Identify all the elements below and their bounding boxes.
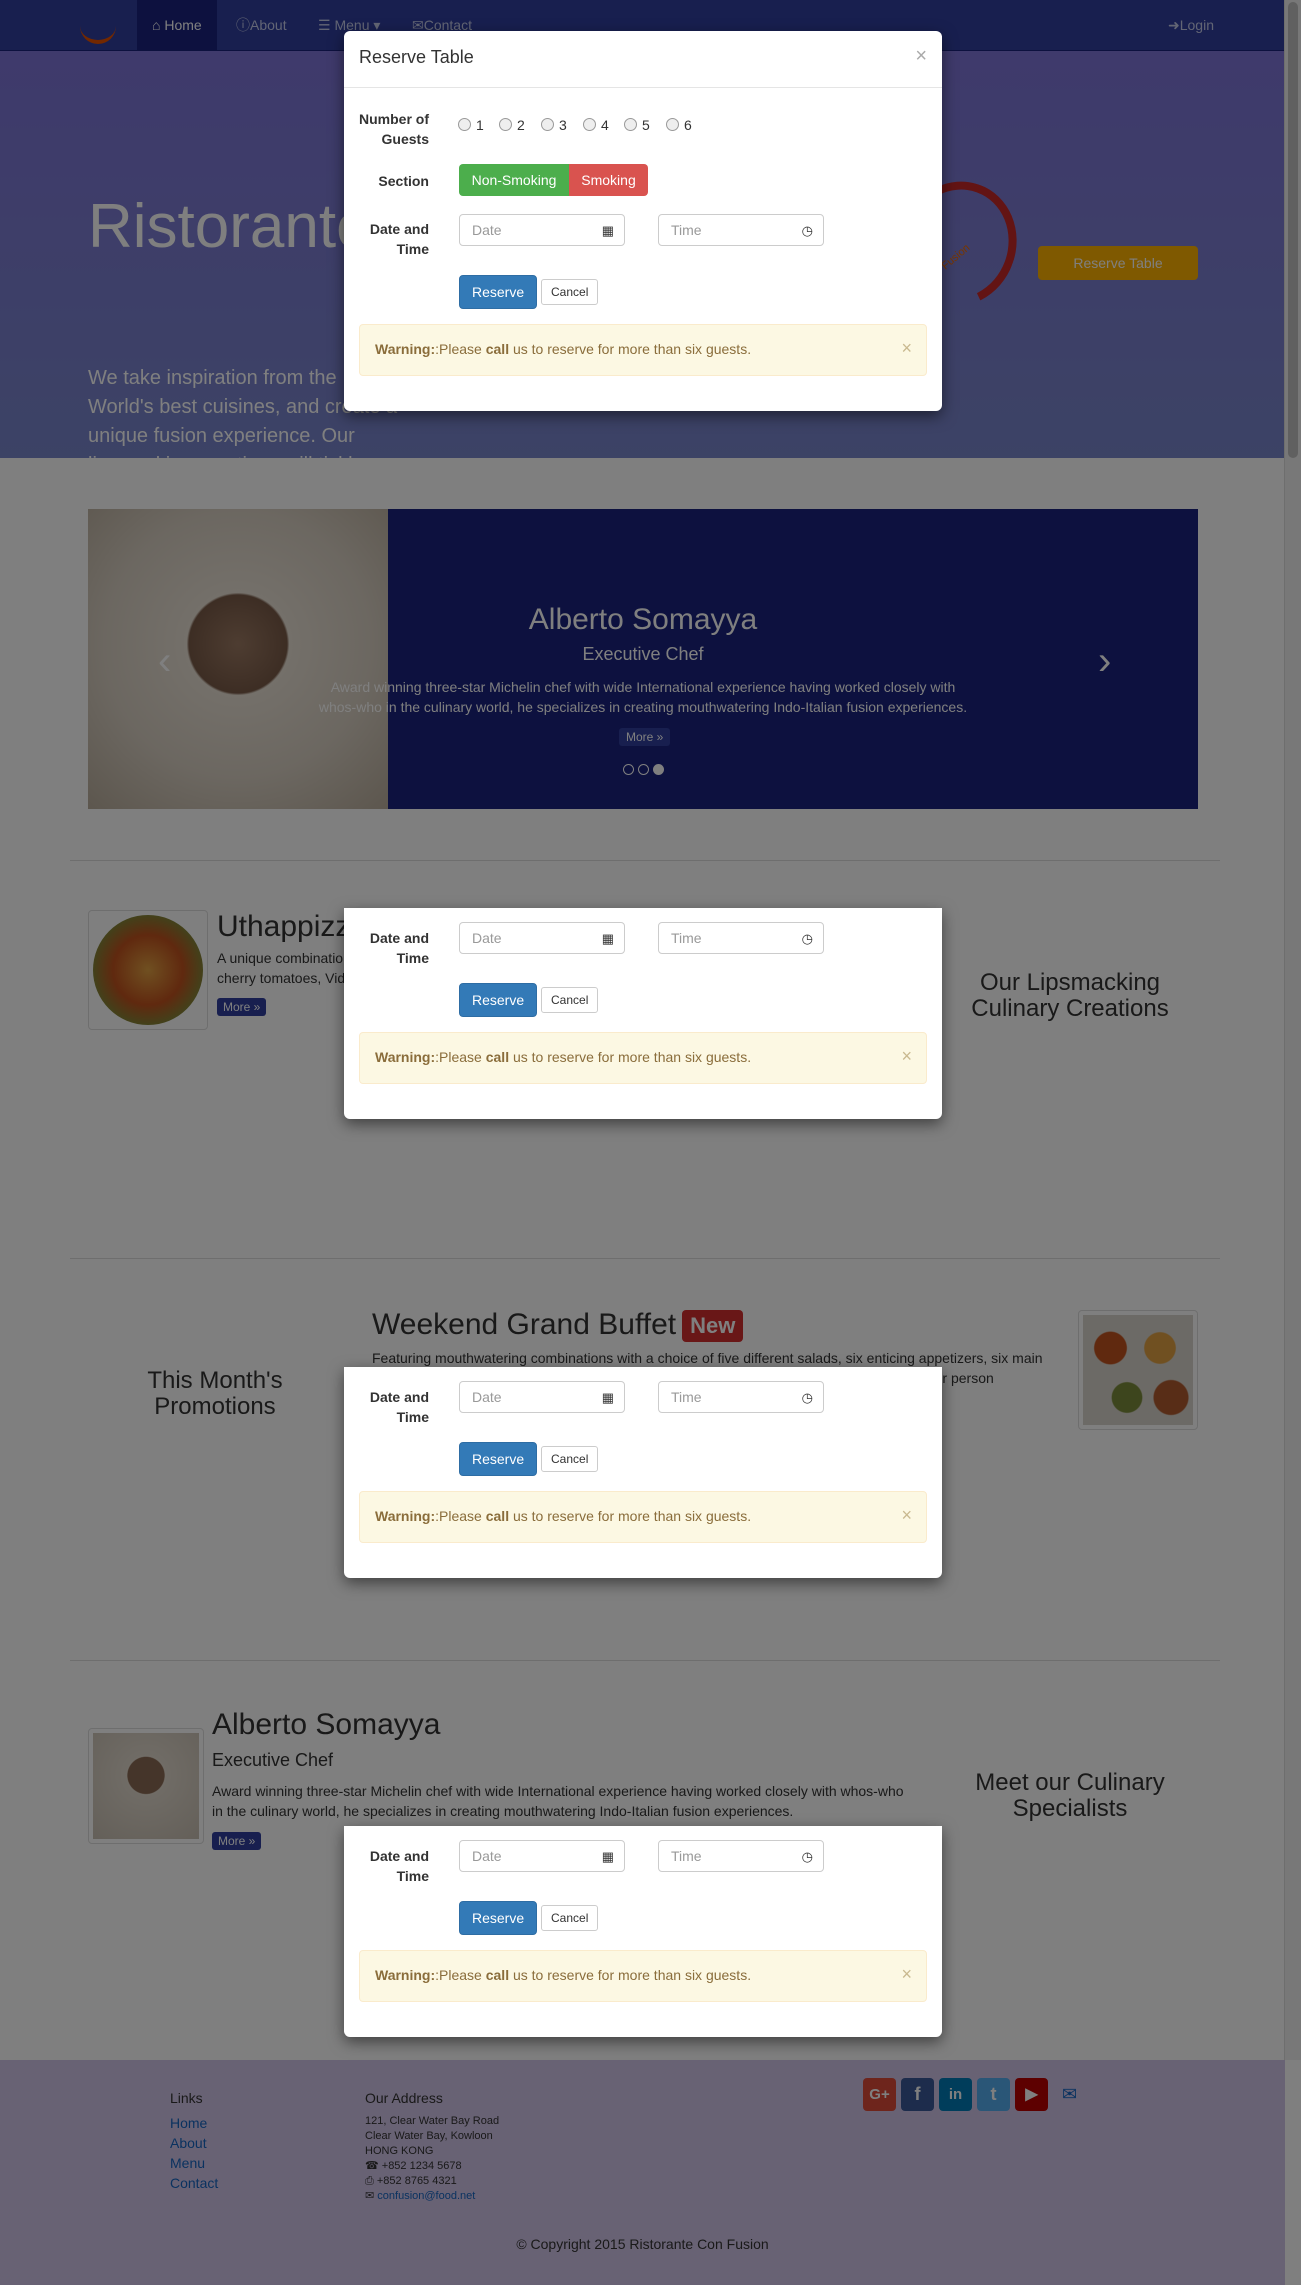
date-input[interactable]: Date ▦ (459, 922, 625, 954)
reserve-button[interactable]: Reserve (459, 983, 538, 1017)
datetime-label: Date and Time (369, 221, 429, 257)
calendar-icon: ▦ (601, 1390, 614, 1405)
guest-radio-2[interactable]: 2 (499, 117, 525, 133)
reserve-button[interactable]: Reserve (459, 1901, 538, 1935)
alert-close-icon[interactable]: × (901, 1964, 912, 1985)
reserve-modal-fragment: Date and Time Date ▦ Time ◷ Reserve Cancel… (344, 908, 942, 1119)
reserve-modal-fragment: Date and Time Date ▦ Time ◷ Reserve Cancel… (344, 1367, 942, 1578)
warning-text: Warning::Please call us to reserve for m… (375, 1967, 752, 1983)
clock-icon: ◷ (801, 1390, 813, 1405)
radio-icon[interactable] (499, 118, 512, 131)
datetime-label: Date and Time (369, 1389, 429, 1425)
guest-radio-1[interactable]: 1 (458, 117, 484, 133)
reserve-button[interactable]: Reserve (459, 1442, 538, 1476)
guest-radio-6[interactable]: 6 (666, 117, 692, 133)
warning-alert: Warning::Please call us to reserve for m… (359, 324, 927, 376)
warning-text: Warning::Please call us to reserve for m… (375, 1049, 752, 1065)
modal-header: Reserve Table × (344, 31, 942, 88)
clock-icon: ◷ (801, 931, 813, 946)
warning-alert: Warning::Please call us to reserve for m… (359, 1950, 927, 2002)
section-label: Section (378, 173, 429, 189)
cancel-button[interactable]: Cancel (541, 1446, 599, 1472)
warning-alert: Warning::Please call us to reserve for m… (359, 1032, 927, 1084)
radio-icon[interactable] (458, 118, 471, 131)
date-input[interactable]: Date ▦ (459, 214, 625, 246)
smoking-button[interactable]: Smoking (569, 164, 648, 196)
datetime-label: Date and Time (369, 930, 429, 966)
guest-radio-5[interactable]: 5 (624, 117, 650, 133)
time-input[interactable]: Time ◷ (658, 1840, 824, 1872)
calendar-icon: ▦ (601, 223, 614, 238)
date-input[interactable]: Date ▦ (459, 1840, 625, 1872)
reserve-modal: Reserve Table × Number of Guests 1 2 3 4… (344, 31, 942, 411)
guest-radio-3[interactable]: 3 (541, 117, 567, 133)
radio-icon[interactable] (624, 118, 637, 131)
radio-icon[interactable] (583, 118, 596, 131)
time-input[interactable]: Time ◷ (658, 1381, 824, 1413)
alert-close-icon[interactable]: × (901, 338, 912, 359)
warning-text: Warning::Please call us to reserve for m… (375, 1508, 752, 1524)
calendar-icon: ▦ (601, 931, 614, 946)
date-input[interactable]: Date ▦ (459, 1381, 625, 1413)
clock-icon: ◷ (801, 223, 813, 238)
cancel-button[interactable]: Cancel (541, 987, 599, 1013)
guests-label: Number of Guests (359, 111, 429, 147)
clock-icon: ◷ (801, 1849, 813, 1864)
datetime-label: Date and Time (369, 1848, 429, 1884)
reserve-modal-fragment: Date and Time Date ▦ Time ◷ Reserve Cancel… (344, 1826, 942, 2037)
alert-close-icon[interactable]: × (901, 1046, 912, 1067)
reserve-button[interactable]: Reserve (459, 275, 538, 309)
radio-icon[interactable] (666, 118, 679, 131)
close-icon[interactable]: × (915, 45, 927, 68)
time-input[interactable]: Time ◷ (658, 214, 824, 246)
cancel-button[interactable]: Cancel (541, 279, 599, 305)
radio-icon[interactable] (541, 118, 554, 131)
cancel-button[interactable]: Cancel (541, 1905, 599, 1931)
calendar-icon: ▦ (601, 1849, 614, 1864)
modal-title: Reserve Table (359, 47, 474, 67)
warning-text: Warning::Please call us to reserve for m… (375, 341, 752, 357)
time-input[interactable]: Time ◷ (658, 922, 824, 954)
guest-radio-4[interactable]: 4 (583, 117, 609, 133)
warning-alert: Warning::Please call us to reserve for m… (359, 1491, 927, 1543)
non-smoking-button[interactable]: Non-Smoking (459, 164, 569, 196)
alert-close-icon[interactable]: × (901, 1505, 912, 1526)
